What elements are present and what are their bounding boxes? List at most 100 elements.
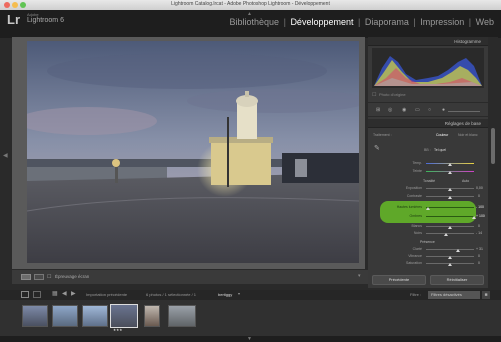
filmstrip-header: ▦ ◀ ▶ Importation précédente 6 photos / … [0,290,501,300]
presence-label: Présence [420,240,435,244]
exposure-label: Exposition [405,186,422,190]
second-window-icon[interactable] [33,291,41,298]
module-slideshow[interactable]: Diaporama [365,17,409,27]
vibrance-slider-handle[interactable] [448,256,452,259]
wb-label: BB : [424,148,431,152]
tool-strip-slider[interactable] [448,111,480,112]
tone-auto-button[interactable]: Auto [462,179,469,183]
module-separator: | [413,17,416,27]
red-eye-icon[interactable]: ◉ [402,107,406,113]
whites-value[interactable]: 0 [478,224,480,228]
tint-label: Teinte [412,169,422,173]
softproof-checkbox[interactable]: ☐ [47,274,51,280]
crop-tool-icon[interactable]: ⊞ [376,107,380,113]
lightroom-window: Lightroom Catalog.lrcat - Adobe Photosho… [0,0,501,342]
vibrance-value[interactable]: 0 [478,254,480,258]
contrast-slider-handle[interactable] [448,196,452,199]
original-photo-checkbox[interactable]: ☐ [372,92,376,98]
blacks-slider-handle[interactable] [444,233,448,236]
filmstrip-source[interactable]: Importation précédente [86,292,127,297]
highlights-label: Hautes lumières [396,205,422,209]
white-balance-picker-icon[interactable]: ✎ [374,144,380,152]
window-title: Lightroom Catalog.lrcat - Adobe Photosho… [171,1,330,7]
main-window-icon[interactable] [21,291,29,298]
blacks-value[interactable]: - 14 [476,231,482,235]
temp-label: Temp. [412,161,422,165]
saturation-value[interactable]: 0 [478,261,480,265]
main-photo[interactable] [27,41,359,263]
title-bar: Lightroom Catalog.lrcat - Adobe Photosho… [0,0,501,10]
blacks-label: Noirs [413,231,422,235]
filmstrip-thumbnail-selected[interactable] [110,304,138,328]
loupe-view-icon[interactable] [21,274,31,280]
highlights-value[interactable]: - 100 [476,205,484,209]
histogram [372,48,484,88]
wb-value[interactable]: Tel quel [434,148,446,152]
histogram-header[interactable]: Histogramme [368,37,488,46]
forward-arrow-icon[interactable]: ▶ [71,290,76,297]
highlights-slider-handle[interactable] [426,207,430,210]
clarity-value[interactable]: + 31 [476,247,483,251]
tint-slider-handle[interactable] [448,171,452,174]
chevron-down-icon[interactable]: ▾ [238,291,240,296]
tone-label: Tonalité [423,179,436,183]
shadows-value[interactable]: + 100 [476,214,485,218]
softproof-label: Épreuvage écran [55,274,90,279]
module-separator: | [283,17,286,27]
filmstrip-thumbnail[interactable] [144,305,160,327]
back-arrow-icon[interactable]: ◀ [62,290,67,297]
filmstrip-thumbnail[interactable] [52,305,78,327]
original-photo-label: Photo d'origine [379,92,406,97]
grid-view-icon[interactable]: ▦ [52,290,58,297]
basic-panel-header[interactable]: Réglages de base [368,119,488,128]
contrast-value[interactable]: 0 [478,194,480,198]
previous-settings-button[interactable]: Précédente [372,275,426,285]
clarity-slider[interactable] [426,249,474,250]
toolbar-options-icon[interactable]: ▾ [358,273,361,279]
saturation-slider-handle[interactable] [448,263,452,266]
shadows-slider[interactable] [426,216,474,217]
filmstrip: ★★★ [0,300,501,336]
module-web[interactable]: Web [476,17,494,27]
shadows-label: Ombres [409,214,422,218]
vibrance-label: Vibrance [408,254,422,258]
graduated-filter-icon[interactable]: ▭ [415,107,420,113]
filmstrip-thumbnail[interactable] [82,305,108,327]
treatment-bw-option[interactable]: Noir et blanc [458,133,478,137]
module-library[interactable]: Bibliothèque [230,17,280,27]
filmstrip-thumbnail[interactable] [22,305,48,327]
filter-select[interactable]: Filtres désactivés [428,291,480,299]
develop-toolbar: ☐ Épreuvage écran ▾ [12,270,368,284]
whites-label: Blancs [411,224,422,228]
right-panel-scroll-thumb[interactable] [491,128,495,164]
spot-removal-icon[interactable]: ◎ [388,107,392,113]
treatment-color-option[interactable]: Couleur [436,133,448,137]
before-after-view-icon[interactable] [34,274,44,280]
collapse-bottom-panel-icon[interactable]: ▼ [247,336,252,342]
module-print[interactable]: Impression [420,17,464,27]
adjustment-brush-icon[interactable]: ● [442,107,445,113]
app-name: Lightroom 6 [27,17,64,24]
temp-slider-handle[interactable] [448,163,452,166]
clarity-label: Clarté [412,247,422,251]
filter-lock-icon[interactable]: ■ [482,291,490,299]
selection-info: 6 photos / 1 sélectionnée / 1 [146,292,197,297]
whites-slider-handle[interactable] [448,226,452,229]
exposure-value[interactable]: 0,00 [476,186,483,190]
module-separator: | [468,17,472,27]
filmstrip-thumbnail[interactable] [168,305,196,327]
exposure-slider-handle[interactable] [448,188,452,191]
blacks-slider[interactable] [426,233,474,234]
filter-label: Filtre : [410,292,422,297]
bottom-panel-edge: ▼ [0,336,501,342]
clarity-slider-handle[interactable] [456,249,460,252]
filename-label: bertiggy [218,292,233,297]
module-separator: | [358,17,361,27]
module-picker: Bibliothèque | Développement | Diaporama… [229,17,495,27]
thumbnail-rating[interactable]: ★★★ [113,328,122,332]
module-develop[interactable]: Développement [290,17,353,27]
highlights-slider[interactable] [426,207,474,208]
collapse-left-panel-icon[interactable]: ◀ [3,152,8,159]
reset-button[interactable]: Réinitialiser [430,275,484,285]
radial-filter-icon[interactable]: ○ [428,107,431,113]
